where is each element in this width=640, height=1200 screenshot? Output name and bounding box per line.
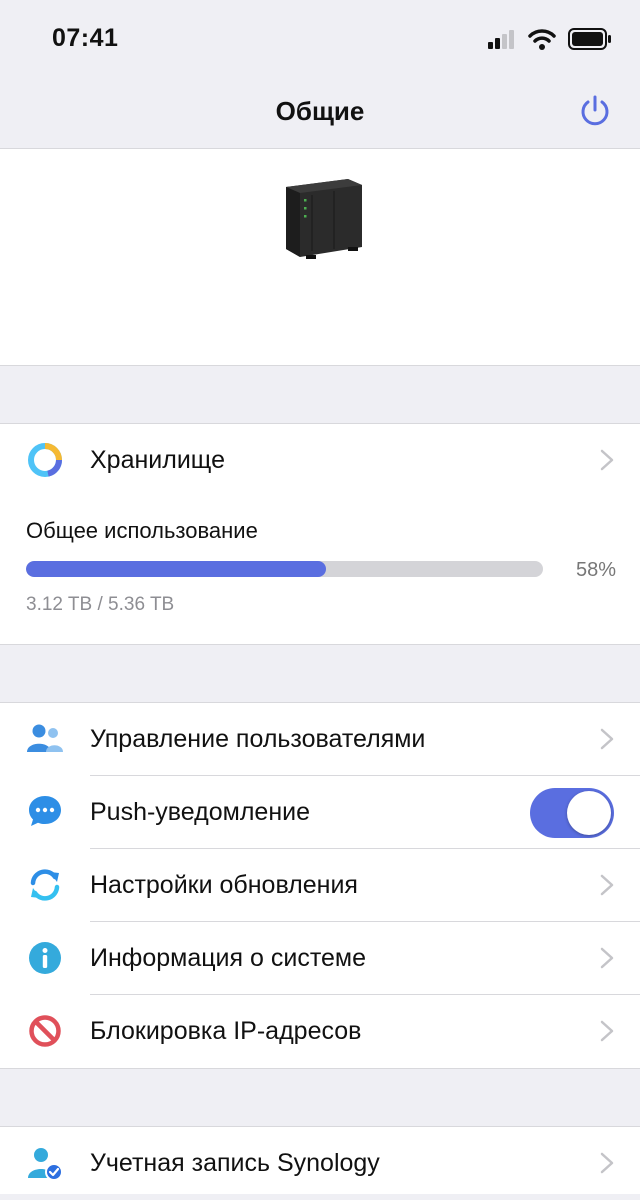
power-icon[interactable] <box>578 94 612 128</box>
chevron-right-icon <box>600 874 614 896</box>
user-verified-icon <box>28 1148 63 1181</box>
menu-item-ip-blocking[interactable]: Блокировка IP-адресов <box>0 995 640 1068</box>
block-icon <box>29 1015 61 1047</box>
usage-amount: 3.12 TB / 5.36 TB <box>26 594 175 615</box>
storage-row[interactable]: Хранилище <box>0 424 640 497</box>
menu-item-label: Блокировка IP-адресов <box>90 1017 362 1045</box>
toggle-knob <box>567 791 611 835</box>
nav-bar: Общие <box>0 80 640 149</box>
usage-title: Общее использование <box>26 518 258 543</box>
storage-donut-icon <box>28 443 63 477</box>
menu-item-synology-account[interactable]: Учетная запись Synology <box>0 1127 640 1200</box>
menu-item-user-management[interactable]: Управление пользователями <box>0 703 640 776</box>
status-bar: 07:41 <box>0 0 640 80</box>
chevron-right-icon <box>600 1020 614 1042</box>
menu-item-update-settings[interactable]: Настройки обновления <box>0 849 640 922</box>
usage-progress-bar <box>26 561 543 577</box>
status-time: 07:41 <box>52 24 119 52</box>
push-notification-toggle[interactable] <box>530 788 614 838</box>
storage-label: Хранилище <box>90 446 225 474</box>
menu-item-label: Учетная запись Synology <box>90 1149 380 1177</box>
wifi-icon <box>528 29 556 50</box>
storage-card: Хранилище Общее использование 58% 3.12 T… <box>0 423 640 645</box>
menu-item-label: Настройки обновления <box>90 871 358 899</box>
chevron-right-icon <box>600 449 614 471</box>
usage-progress-fill <box>26 561 326 577</box>
refresh-icon <box>30 869 60 901</box>
menu-item-label: Push-уведомление <box>90 798 311 826</box>
settings-menu: Управление пользователями Push-уведомлен… <box>0 702 640 1069</box>
menu-item-label: Информация о системе <box>90 944 366 972</box>
page-title: Общие <box>275 96 365 126</box>
chat-bubble-icon <box>29 796 61 826</box>
info-icon <box>29 942 61 974</box>
account-card: Учетная запись Synology <box>0 1126 640 1194</box>
battery-icon <box>568 28 611 50</box>
status-icons <box>488 28 612 50</box>
chevron-right-icon <box>600 1152 614 1174</box>
menu-item-label: Управление пользователями <box>90 725 426 753</box>
usage-percent: 58% <box>575 559 616 581</box>
menu-item-system-info[interactable]: Информация о системе <box>0 922 640 995</box>
menu-item-push-notification: Push-уведомление <box>0 776 640 849</box>
chevron-right-icon <box>600 947 614 969</box>
cellular-signal-icon <box>488 30 514 49</box>
users-icon <box>27 724 63 752</box>
device-card <box>0 149 640 366</box>
chevron-right-icon <box>600 728 614 750</box>
nas-device-image <box>286 179 362 259</box>
